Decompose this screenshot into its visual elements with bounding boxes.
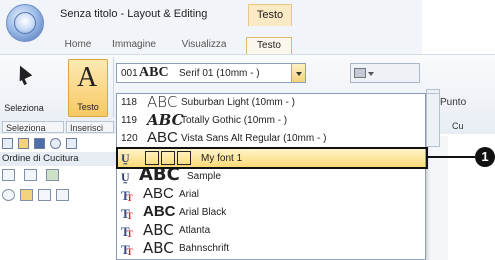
callout-marker: 1 xyxy=(475,147,495,167)
font-combo-sample: ABC xyxy=(139,65,169,80)
font-number: 118 xyxy=(121,97,137,108)
font-name: Suburban Light (10mm - ) xyxy=(181,97,295,108)
font-name: Atlanta xyxy=(179,225,211,236)
tab-visualizza[interactable]: Visualizza xyxy=(176,37,232,54)
font-sample: ABC xyxy=(147,93,178,111)
color-swatch-icon xyxy=(354,68,366,78)
font-name: Arial xyxy=(179,189,200,200)
truetype-icon: TT xyxy=(121,188,133,203)
ribbon-group-select: Seleziona A Testo xyxy=(0,57,114,117)
font-combo-number: 001 xyxy=(121,68,138,79)
font-name: Bahnschrift xyxy=(179,243,230,254)
zoom-icon[interactable] xyxy=(50,138,61,149)
font-number: 119 xyxy=(121,115,137,126)
view-mode-icon[interactable] xyxy=(2,169,15,181)
app-window: Senza titolo - Layout & Editing Testo Ho… xyxy=(0,0,495,260)
font-list-item[interactable]: TT ABC Atlanta xyxy=(117,221,425,240)
font-name: Vista Sans Alt Regular (10mm - ) xyxy=(181,133,327,144)
font-select[interactable]: 001 ABC Serif 01 (10mm - ) xyxy=(116,63,306,83)
undo-icon[interactable] xyxy=(66,138,77,149)
new-file-icon[interactable] xyxy=(2,138,13,149)
context-tab-title: Testo xyxy=(248,4,292,26)
dropdown-arrow-icon[interactable] xyxy=(291,64,305,82)
user-font-icon: Ṵ xyxy=(121,170,130,184)
font-sample: ABC xyxy=(147,129,178,146)
panel-toolbar-2 xyxy=(0,186,118,204)
cu-label: Cu xyxy=(452,121,464,131)
text-a-icon: A xyxy=(77,62,98,93)
font-list-item[interactable]: TT ABC Arial Black xyxy=(117,203,425,222)
font-sample: ABC xyxy=(143,203,176,220)
panel-toolbar xyxy=(0,166,118,184)
font-sample: ABC xyxy=(143,221,174,239)
panel-body xyxy=(0,206,118,260)
font-sample: ABC xyxy=(147,111,184,129)
app-logo-icon xyxy=(14,12,36,34)
chevron-down-icon xyxy=(368,72,374,76)
application-menu-button[interactable] xyxy=(6,4,44,42)
font-sample: ABC xyxy=(143,239,174,257)
font-list-item[interactable]: 120 ABC Vista Sans Alt Regular (10mm - ) xyxy=(117,129,425,148)
tab-testo[interactable]: Testo xyxy=(246,37,292,54)
callout-leader-line xyxy=(428,156,475,158)
text-button[interactable]: A Testo xyxy=(68,59,108,117)
panel-title-text: Ordine di Cucitura xyxy=(2,153,79,164)
text-button-label: Testo xyxy=(77,102,99,112)
pattern-icon[interactable] xyxy=(38,189,51,201)
truetype-icon: TT xyxy=(121,224,133,239)
right-panel-strip xyxy=(426,136,448,260)
color-select[interactable] xyxy=(350,63,420,83)
font-list-item[interactable]: Ṵ ABC Sample xyxy=(117,164,425,186)
font-sample: ABC xyxy=(143,185,174,202)
pointer-icon[interactable] xyxy=(56,189,69,201)
panel-title: Ordine di Cucitura xyxy=(0,152,118,166)
font-name: Totally Gothic (10mm - ) xyxy=(181,115,288,126)
group-label-select: Seleziona xyxy=(2,121,64,133)
lock-icon[interactable] xyxy=(20,189,33,201)
font-list-item[interactable]: TT ABC Arial xyxy=(117,185,425,204)
font-combo-name: Serif 01 (10mm - ) xyxy=(179,68,260,79)
select-button[interactable]: Seleziona xyxy=(4,59,44,117)
group-label-insert: Inserisci xyxy=(66,121,114,133)
font-list-item[interactable]: 119 ABC Totally Gothic (10mm - ) xyxy=(117,111,425,130)
color-icon[interactable] xyxy=(46,169,59,181)
eye-icon[interactable] xyxy=(2,189,15,201)
font-number: 120 xyxy=(121,133,138,144)
title-bar: Senza titolo - Layout & Editing Testo xyxy=(0,0,422,34)
font-list-item[interactable]: TT ABC Bahnschrift xyxy=(117,239,425,258)
callout-highlight-box xyxy=(116,147,428,169)
font-list-item[interactable]: 118 ABC Suburban Light (10mm - ) xyxy=(117,94,425,112)
open-folder-icon[interactable] xyxy=(18,138,29,149)
tab-home[interactable]: Home xyxy=(58,37,98,54)
save-icon[interactable] xyxy=(34,138,45,149)
dropdown-scrollbar[interactable] xyxy=(426,93,440,147)
font-name: Sample xyxy=(187,171,221,182)
font-dropdown-list: 118 ABC Suburban Light (10mm - ) 119 ABC… xyxy=(116,93,426,260)
truetype-icon: TT xyxy=(121,206,133,221)
truetype-icon: TT xyxy=(121,242,133,257)
font-name: Arial Black xyxy=(179,207,227,218)
punto-label: Punto xyxy=(440,97,467,108)
sort-icon[interactable] xyxy=(24,169,37,181)
window-title: Senza titolo - Layout & Editing xyxy=(60,8,208,20)
tab-immagine[interactable]: Immagine xyxy=(108,37,160,54)
quick-access-toolbar xyxy=(0,136,118,152)
ribbon-tabs: Home Immagine Visualizza Testo xyxy=(0,34,422,54)
select-button-label: Seleziona xyxy=(4,103,44,113)
